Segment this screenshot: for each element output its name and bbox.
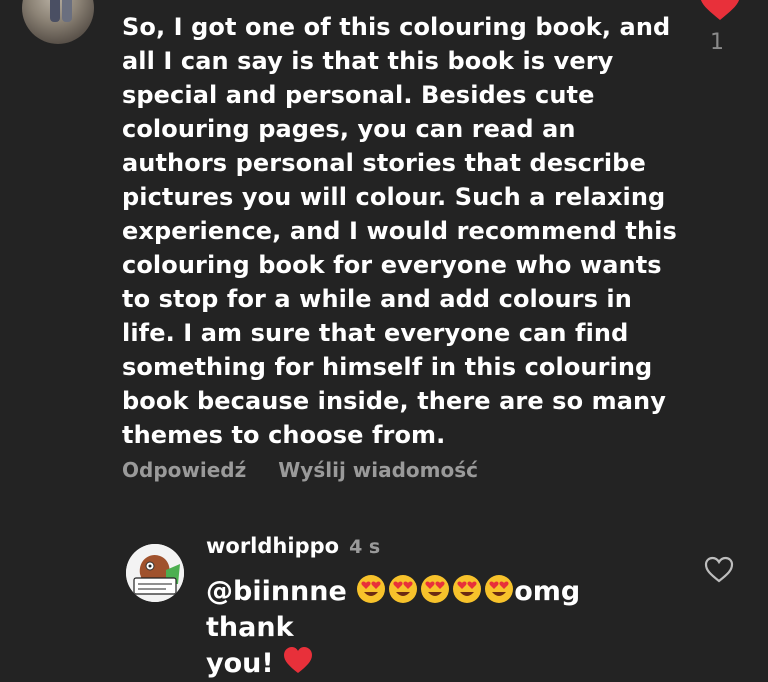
avatar-figure: [62, 0, 72, 22]
reply-button[interactable]: Odpowiedź: [122, 458, 246, 482]
reply-text-second-line: you!: [206, 648, 274, 679]
comment-author-avatar[interactable]: [22, 0, 94, 44]
emoji-group: [356, 574, 514, 604]
avatar-figure: [50, 0, 60, 22]
red-heart-emoji-icon: [284, 647, 313, 673]
reply-author-avatar[interactable]: [126, 544, 184, 602]
send-message-button[interactable]: Wyślij wiadomość: [278, 458, 478, 482]
heart-eyes-emoji-icon: [453, 575, 482, 603]
heart-filled-icon[interactable]: [700, 0, 740, 22]
like-count: 1: [710, 30, 724, 55]
mention-link[interactable]: @biinnne: [206, 576, 347, 607]
heart-eyes-emoji-icon: [389, 575, 418, 603]
reply-text: @biinnne omg thank you!: [206, 574, 676, 682]
reply-timestamp: 4 s: [349, 536, 381, 558]
comment-text: So, I got one of this colouring book, an…: [122, 13, 677, 449]
heart-eyes-emoji-icon: [421, 575, 450, 603]
heart-outline-icon[interactable]: [704, 556, 734, 584]
heart-eyes-emoji-icon: [357, 575, 386, 603]
reply-username[interactable]: worldhippo: [206, 534, 339, 558]
hippo-logo-icon: [126, 544, 184, 602]
heart-eyes-emoji-icon: [485, 575, 514, 603]
reply-header: worldhippo 4 s: [206, 534, 380, 558]
comment-actions: Odpowiedź Wyślij wiadomość: [122, 458, 478, 482]
